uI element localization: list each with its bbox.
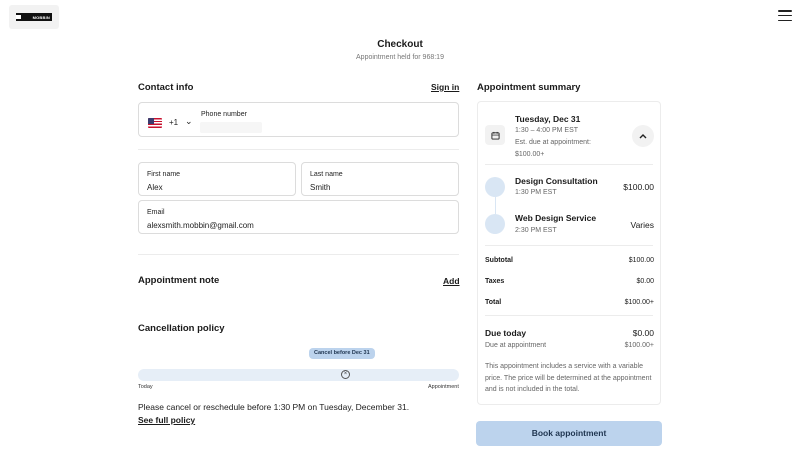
taxes-value: $0.00	[636, 278, 654, 285]
first-name-field[interactable]: First name Alex	[138, 162, 296, 196]
divider	[485, 164, 653, 165]
total-label: Total	[485, 299, 502, 306]
service-name: Web Design Service	[515, 213, 597, 223]
subtotal-value: $100.00	[628, 257, 654, 264]
summary-card	[477, 101, 661, 405]
appointment-note-title: Appointment note	[138, 275, 220, 286]
see-full-policy-link[interactable]: See full policy	[138, 415, 195, 425]
appointment-summary-title: Appointment summary	[477, 82, 581, 93]
est-due-value: $100.00+	[515, 151, 545, 158]
due-today-label: Due today	[485, 328, 527, 338]
taxes-label: Taxes	[485, 278, 505, 285]
service-time: 1:30 PM EST	[515, 189, 557, 196]
sign-in-link[interactable]: Sign in	[431, 82, 459, 92]
last-name-field[interactable]: Last name Smith	[301, 162, 459, 196]
divider	[485, 315, 653, 316]
close-circle-icon: ×	[341, 370, 350, 379]
logo-text: MOBBIN	[32, 14, 50, 20]
logo[interactable]: MOBBIN	[9, 5, 59, 29]
due-at-appointment-value: $100.00+	[624, 342, 654, 349]
cancellation-policy-title: Cancellation policy	[138, 323, 225, 334]
divider	[138, 254, 459, 255]
country-code[interactable]: +1	[169, 118, 178, 127]
hold-timer: Appointment held for 968:19	[356, 54, 444, 61]
us-flag-icon[interactable]	[148, 118, 162, 128]
chevron-up-icon[interactable]	[632, 125, 654, 147]
page-title: Checkout	[377, 39, 423, 50]
timeline-end-label: Appointment	[428, 384, 459, 390]
last-name-label: Last name	[310, 171, 343, 178]
divider	[485, 245, 653, 246]
service-time: 2:30 PM EST	[515, 227, 557, 234]
phone-field[interactable]: +1 ⌄ Phone number	[138, 102, 459, 137]
variable-price-note: This appointment includes a service with…	[485, 363, 652, 393]
cancellation-timeline	[138, 369, 459, 381]
service-price: Varies	[630, 220, 654, 230]
due-today-value: $0.00	[632, 328, 654, 338]
email-field[interactable]: Email alexsmith.mobbin@gmail.com	[138, 200, 459, 234]
appointment-date: Tuesday, Dec 31	[515, 114, 581, 124]
phone-label: Phone number	[201, 111, 247, 118]
cancellation-text: Please cancel or reschedule before 1:30 …	[138, 402, 410, 412]
appointment-time: 1:30 – 4:00 PM EST	[515, 127, 579, 134]
est-due-label: Est. due at appointment:	[515, 139, 591, 146]
service-dot	[485, 177, 505, 197]
divider	[138, 149, 459, 150]
email-label: Email	[147, 209, 165, 216]
service-dot	[485, 214, 505, 234]
logo-mark: MOBBIN	[16, 13, 52, 21]
first-name-value[interactable]: Alex	[147, 183, 163, 192]
subtotal-label: Subtotal	[485, 257, 513, 264]
contact-info-title: Contact info	[138, 82, 194, 93]
service-name: Design Consultation	[515, 176, 598, 186]
total-value: $100.00+	[624, 299, 654, 306]
due-at-appointment-label: Due at appointment	[485, 342, 547, 349]
first-name-label: First name	[147, 171, 181, 178]
hamburger-menu-icon[interactable]	[778, 10, 792, 21]
cancel-deadline-badge: Cancel before Dec 31	[309, 348, 375, 359]
book-appointment-button[interactable]: Book appointment	[476, 421, 662, 446]
calendar-icon	[485, 125, 505, 145]
phone-input[interactable]	[200, 122, 262, 133]
service-connector	[495, 197, 496, 214]
chevron-down-icon[interactable]: ⌄	[185, 116, 193, 127]
last-name-value[interactable]: Smith	[310, 183, 330, 192]
logo-square	[16, 15, 21, 19]
email-value[interactable]: alexsmith.mobbin@gmail.com	[147, 221, 254, 230]
service-price: $100.00	[623, 182, 654, 192]
add-note-link[interactable]: Add	[443, 276, 460, 286]
timeline-start-label: Today	[138, 384, 153, 390]
